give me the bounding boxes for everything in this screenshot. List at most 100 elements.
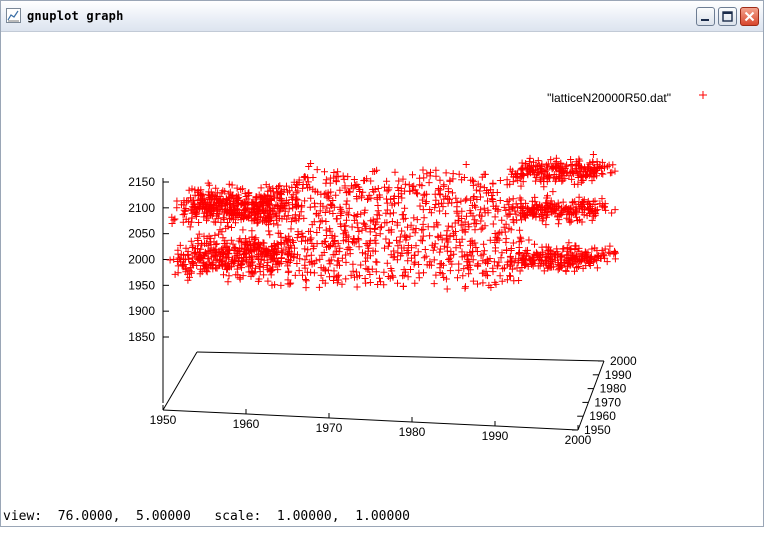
data-point [266, 231, 274, 239]
z-tick-label: 2100 [128, 201, 155, 215]
data-point [293, 234, 301, 242]
data-point [212, 184, 220, 192]
title-bar[interactable]: gnuplot graph [1, 1, 763, 32]
data-point [394, 279, 401, 287]
data-point [400, 282, 407, 290]
plot-area[interactable]: 1850 1900 1950 2000 2050 2100 2150 1950 1960 197… [1, 32, 763, 502]
data-point [352, 268, 360, 276]
data-point [446, 267, 454, 275]
data-point [455, 266, 463, 274]
data-point [307, 194, 315, 202]
data-point [343, 197, 351, 205]
data-point [606, 169, 614, 177]
data-point [430, 280, 438, 288]
data-point [414, 248, 422, 256]
data-point [502, 238, 510, 246]
data-point [531, 240, 538, 248]
data-point [187, 237, 195, 245]
data-point [317, 271, 325, 279]
legend-marker-icon [699, 91, 707, 99]
data-point [339, 172, 347, 180]
data-point [291, 271, 299, 279]
data-point [462, 161, 470, 168]
view-scale-readout: view: 76.0000, 5.00000 scale: 1.00000, 1… [3, 509, 410, 524]
data-point [374, 207, 382, 215]
data-point [388, 218, 396, 225]
data-point [353, 283, 361, 291]
base-front-edge [162, 409, 579, 431]
data-point [307, 160, 315, 167]
data-point [378, 223, 385, 231]
data-point [509, 195, 517, 203]
data-point [611, 206, 619, 214]
y-tick-label: 2000 [610, 354, 637, 368]
data-point [260, 271, 268, 279]
z-tick-label: 1950 [128, 278, 155, 292]
data-point [425, 179, 433, 187]
x-tick-label: 1950 [150, 413, 177, 427]
data-point [342, 275, 350, 283]
close-icon [744, 11, 755, 22]
data-point [321, 209, 329, 216]
data-point [608, 209, 616, 217]
data-point [442, 234, 450, 242]
data-point [338, 280, 346, 288]
data-point [471, 216, 479, 224]
data-point [224, 278, 232, 286]
data-point [174, 269, 182, 277]
data-point [562, 267, 570, 275]
data-point [329, 251, 337, 259]
data-points [166, 151, 619, 293]
data-point [493, 189, 501, 196]
data-point [396, 233, 404, 241]
y-axis-ticks: 195019601970198019902000 [572, 354, 637, 437]
data-point [333, 215, 341, 223]
data-point [257, 184, 265, 192]
data-point [515, 244, 523, 251]
maximize-button[interactable] [718, 7, 737, 26]
data-point [401, 214, 409, 222]
data-point [395, 177, 403, 185]
data-point [422, 198, 430, 206]
data-point [415, 269, 423, 277]
data-point [492, 244, 499, 252]
data-point [287, 225, 295, 233]
gnuplot-app-icon[interactable] [6, 8, 21, 23]
data-point [398, 227, 406, 235]
data-point [381, 244, 388, 252]
data-point [326, 273, 333, 281]
data-point [455, 260, 463, 268]
x-axis-ticks: 1950 1960 1970 1980 1990 2000 [150, 405, 592, 447]
data-point [449, 189, 456, 197]
data-point [384, 273, 392, 280]
data-point [465, 270, 473, 278]
x-tick-label: 1970 [316, 421, 343, 435]
data-point [498, 216, 506, 224]
maximize-icon [722, 11, 733, 22]
data-point [285, 259, 293, 266]
data-point [444, 199, 452, 207]
data-point [321, 168, 328, 176]
minimize-button[interactable] [696, 7, 715, 26]
data-point [554, 220, 562, 228]
close-button[interactable] [740, 7, 759, 26]
data-point [480, 240, 488, 248]
data-point [525, 236, 533, 244]
data-point [348, 223, 356, 231]
data-point [549, 188, 557, 196]
data-point [421, 246, 429, 253]
data-point [593, 264, 601, 272]
data-point [448, 223, 456, 231]
data-point [588, 216, 596, 224]
data-point [401, 204, 409, 212]
data-point [302, 277, 310, 285]
z-tick-label: 2000 [128, 253, 155, 267]
data-point [382, 209, 390, 217]
minimize-icon [701, 19, 709, 21]
data-point [426, 206, 434, 213]
data-point [166, 256, 174, 264]
data-point [362, 279, 370, 287]
data-point [479, 279, 487, 287]
data-point [393, 236, 400, 244]
data-point [372, 232, 380, 239]
